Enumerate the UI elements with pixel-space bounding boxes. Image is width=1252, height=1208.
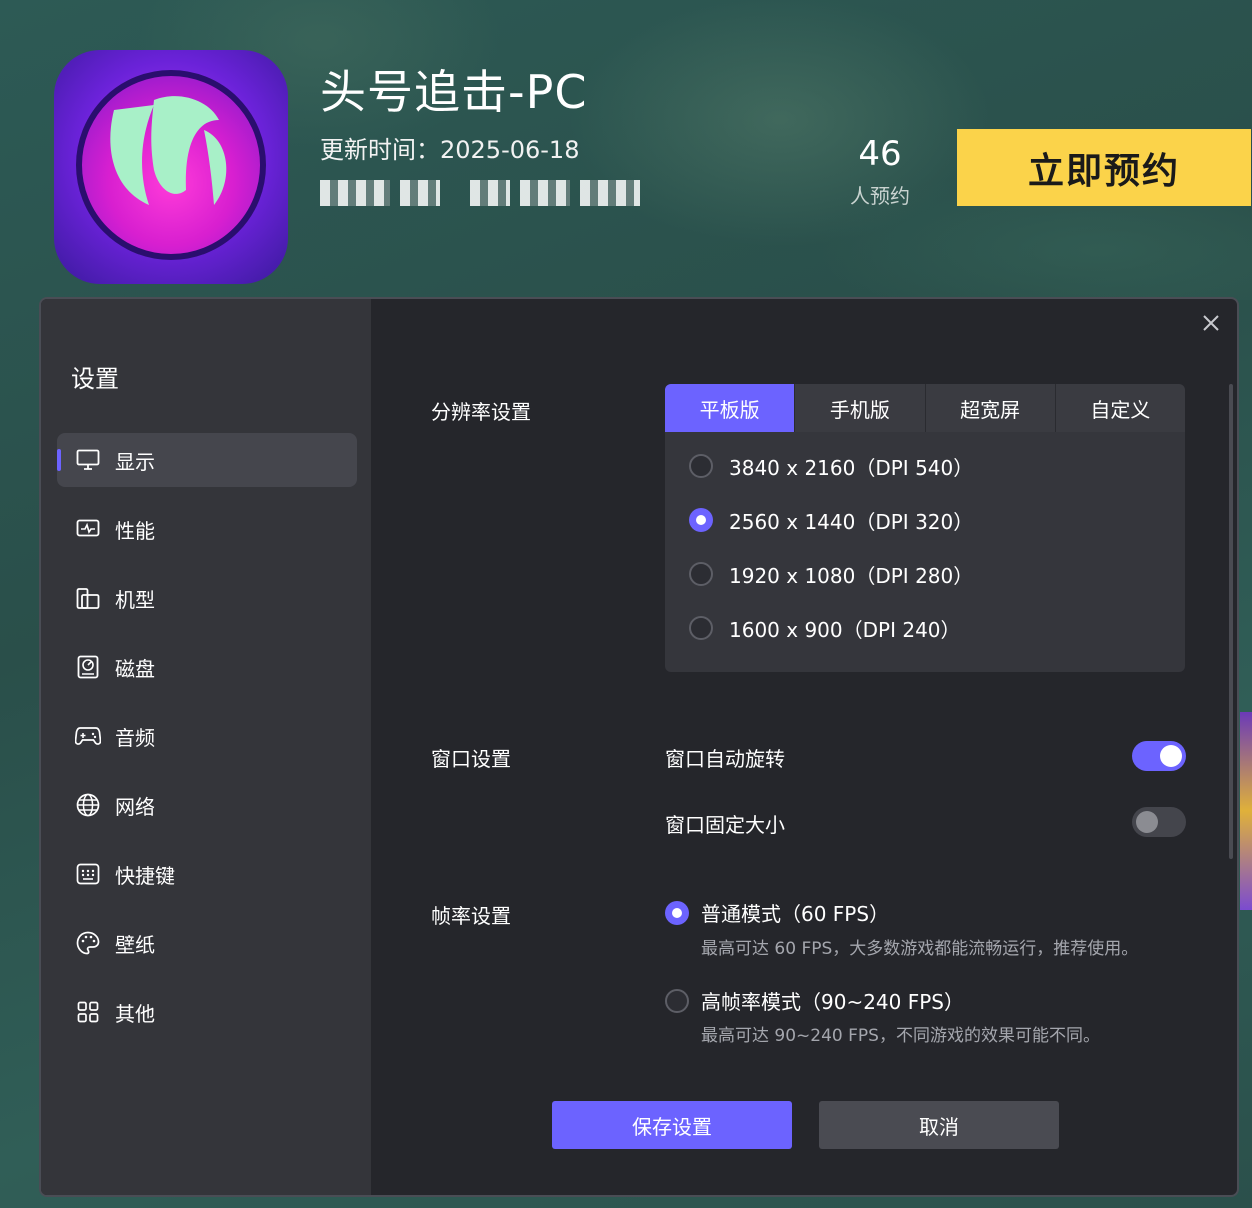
fps-high-option[interactable]: 高帧率模式（90~240 FPS） — [665, 986, 964, 1015]
settings-title: 设置 — [71, 365, 119, 393]
framerate-section-label: 帧率设置 — [431, 904, 511, 928]
sidebar-item-other[interactable]: 其他 — [57, 985, 357, 1039]
sidebar-item-wallpaper[interactable]: 壁纸 — [57, 916, 357, 970]
resolution-option-label: 3840 x 2160（DPI 540） — [729, 455, 974, 480]
sidebar-item-label: 壁纸 — [115, 932, 155, 957]
resolution-section-label: 分辨率设置 — [431, 400, 531, 424]
radio-button-selected[interactable] — [689, 508, 713, 532]
settings-content: 分辨率设置 平板版 手机版 超宽屏 自定义 3840 x 2160（DPI 54… — [371, 299, 1237, 1195]
sidebar-item-label: 机型 — [115, 587, 155, 612]
radio-button-selected[interactable] — [665, 900, 689, 925]
sidebar-item-performance[interactable]: 性能 — [57, 502, 357, 556]
radio-button[interactable] — [689, 454, 713, 478]
radio-button[interactable] — [665, 988, 689, 1013]
globe-icon — [75, 792, 101, 818]
sidebar-item-label: 磁盘 — [115, 656, 155, 681]
resolution-option-label: 1600 x 900（DPI 240） — [729, 617, 961, 642]
sidebar-item-label: 性能 — [115, 518, 155, 543]
gamepad-icon — [75, 723, 101, 749]
cancel-button[interactable]: 取消 — [819, 1101, 1059, 1149]
tab-phone[interactable]: 手机版 — [795, 384, 926, 432]
performance-icon — [75, 516, 101, 542]
resolution-option-label: 2560 x 1440（DPI 320） — [729, 509, 974, 534]
resolution-options: 3840 x 2160（DPI 540） 2560 x 1440（DPI 320… — [665, 432, 1185, 672]
sidebar-item-network[interactable]: 网络 — [57, 778, 357, 832]
sidebar-item-label: 音频 — [115, 725, 155, 750]
sidebar-item-display[interactable]: 显示 — [57, 433, 357, 487]
fixed-size-toggle[interactable] — [1132, 807, 1186, 837]
fps-normal-title: 普通模式（60 FPS） — [701, 902, 890, 926]
window-section-label: 窗口设置 — [431, 747, 511, 771]
reserve-now-button[interactable]: 立即预约 — [957, 129, 1251, 206]
device-model-icon — [75, 585, 101, 611]
save-settings-button[interactable]: 保存设置 — [552, 1101, 792, 1149]
resolution-option[interactable]: 2560 x 1440（DPI 320） — [689, 505, 973, 535]
fixed-size-label: 窗口固定大小 — [665, 813, 785, 837]
game-app-icon — [54, 50, 288, 284]
side-banner-strip — [1240, 712, 1252, 910]
resolution-option[interactable]: 3840 x 2160（DPI 540） — [689, 451, 973, 481]
sidebar-item-disk[interactable]: 磁盘 — [57, 640, 357, 694]
fps-high-title: 高帧率模式（90~240 FPS） — [701, 990, 964, 1014]
sidebar-item-shortcuts[interactable]: 快捷键 — [57, 847, 357, 901]
sidebar-item-label: 网络 — [115, 794, 155, 819]
reservation-count: 46 — [858, 134, 902, 174]
palette-icon — [75, 930, 101, 956]
update-time: 更新时间：2025-06-18 — [320, 136, 580, 164]
fps-normal-option[interactable]: 普通模式（60 FPS） — [665, 898, 889, 927]
sidebar-item-audio[interactable]: 音频 — [57, 709, 357, 763]
settings-sidebar: 设置 显示 性能 机型 磁盘 音频 网络 快捷键 壁纸 其他 — [41, 299, 371, 1195]
sidebar-item-device-model[interactable]: 机型 — [57, 571, 357, 625]
fps-normal-desc: 最高可达 60 FPS，大多数游戏都能流畅运行，推荐使用。 — [701, 939, 1139, 959]
resolution-option[interactable]: 1600 x 900（DPI 240） — [689, 613, 961, 643]
monitor-icon — [75, 447, 101, 473]
reservation-label: 人预约 — [850, 184, 910, 208]
tab-custom[interactable]: 自定义 — [1056, 384, 1185, 432]
fps-high-desc: 最高可达 90~240 FPS，不同游戏的效果可能不同。 — [701, 1026, 1100, 1046]
auto-rotate-toggle[interactable] — [1132, 741, 1186, 771]
grid-icon — [75, 999, 101, 1025]
pixelated-text — [320, 180, 650, 206]
resolution-option[interactable]: 1920 x 1080（DPI 280） — [689, 559, 973, 589]
sidebar-item-label: 显示 — [115, 449, 155, 474]
settings-dialog: 设置 显示 性能 机型 磁盘 音频 网络 快捷键 壁纸 其他 分辨率设置 平板版… — [39, 297, 1239, 1197]
scrollbar[interactable] — [1229, 384, 1233, 859]
sidebar-item-label: 其他 — [115, 1001, 155, 1026]
tab-tablet[interactable]: 平板版 — [665, 384, 796, 432]
radio-button[interactable] — [689, 616, 713, 640]
tab-ultrawide[interactable]: 超宽屏 — [926, 384, 1056, 432]
auto-rotate-label: 窗口自动旋转 — [665, 747, 785, 771]
keyboard-icon — [75, 861, 101, 887]
resolution-option-label: 1920 x 1080（DPI 280） — [729, 563, 974, 588]
disk-icon — [75, 654, 101, 680]
sidebar-item-label: 快捷键 — [115, 863, 175, 888]
resolution-tabs: 平板版 手机版 超宽屏 自定义 — [665, 384, 1185, 432]
game-title: 头号追击-PC — [320, 65, 588, 119]
radio-button[interactable] — [689, 562, 713, 586]
